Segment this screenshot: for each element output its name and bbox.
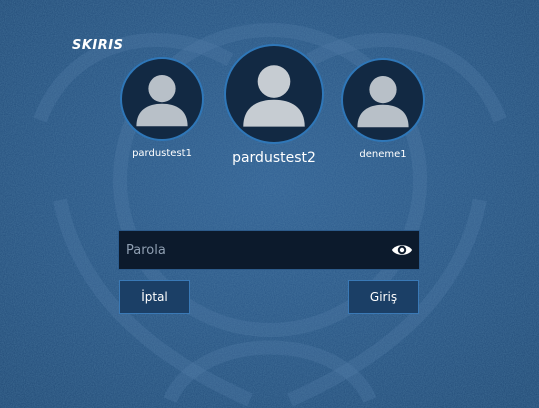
avatar[interactable] — [341, 58, 425, 142]
user-name: deneme1 — [359, 149, 407, 160]
password-input[interactable] — [119, 231, 379, 269]
avatar[interactable] — [120, 57, 204, 141]
avatar[interactable] — [224, 44, 324, 144]
user-silhouette-icon — [357, 76, 409, 128]
user-card-pardustest2[interactable]: pardustest2 — [222, 44, 326, 166]
password-field-container — [118, 230, 420, 270]
user-card-deneme1[interactable]: deneme1 — [340, 58, 426, 160]
user-card-pardustest1[interactable]: pardustest1 — [120, 57, 204, 159]
user-name: pardustest1 — [132, 148, 192, 159]
login-screen-title: SKIRIS — [72, 38, 124, 53]
cancel-button[interactable]: İptal — [119, 280, 190, 314]
user-silhouette-icon — [243, 65, 305, 127]
login-button[interactable]: Giriş — [348, 280, 419, 314]
eye-icon[interactable] — [391, 240, 413, 260]
user-name: pardustest2 — [232, 150, 316, 166]
user-silhouette-icon — [136, 75, 188, 127]
